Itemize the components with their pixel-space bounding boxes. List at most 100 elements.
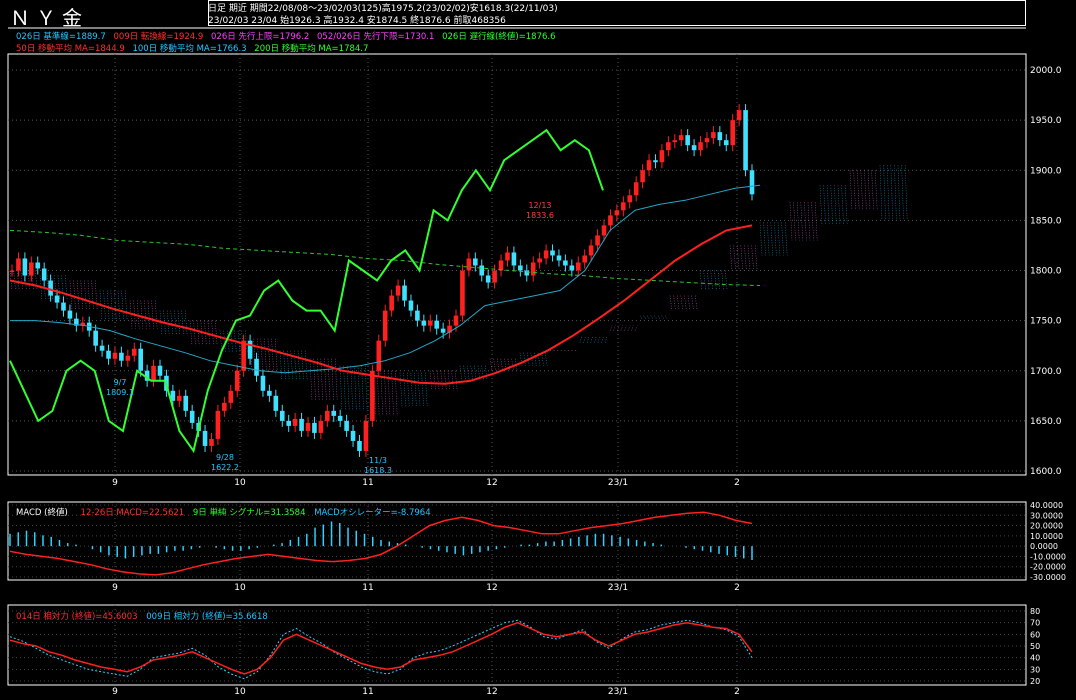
- cloud-hatch: [766, 222, 770, 256]
- cloud-hatch: [174, 310, 177, 336]
- candle-body: [537, 258, 542, 263]
- cloud-hatch: [714, 270, 717, 291]
- candle-body: [370, 370, 375, 421]
- cloud-hatch: [604, 335, 608, 343]
- cloud-hatch: [403, 372, 406, 406]
- cloud-hatch: [489, 358, 493, 371]
- cloud-hatch: [481, 365, 484, 381]
- candle-body: [653, 160, 658, 163]
- cloud-hatch: [724, 270, 728, 291]
- annotation-date: 12/13: [528, 201, 551, 210]
- candle-body: [704, 138, 710, 143]
- cloud-hatch: [500, 358, 504, 371]
- macd-y-tick: -30.0000: [1030, 573, 1066, 582]
- cloud-hatch: [811, 202, 814, 241]
- cloud-hatch: [267, 338, 271, 371]
- cloud-hatch: [124, 290, 128, 321]
- candle-body: [524, 270, 530, 276]
- cloud-hatch: [364, 365, 368, 411]
- cloud-hatch: [451, 370, 454, 391]
- cloud-hatch: [669, 295, 673, 311]
- candle-body: [543, 250, 549, 259]
- candle-body: [241, 340, 246, 371]
- cloud-hatch: [399, 372, 403, 406]
- candle-body: [9, 270, 15, 272]
- cloud-hatch: [410, 372, 414, 406]
- cloud-hatch: [154, 300, 158, 329]
- candle-body: [318, 420, 324, 433]
- cloud-hatch: [879, 165, 883, 221]
- cloud-hatch: [327, 358, 331, 401]
- cloud-hatch: [271, 338, 274, 371]
- cloud-hatch: [684, 295, 687, 311]
- macd-y-tick: -20.0000: [1030, 563, 1066, 572]
- rsi-y-tick: 70: [1030, 619, 1040, 628]
- y-tick-label: 1650.0: [1030, 417, 1062, 427]
- cloud-hatch: [534, 352, 537, 366]
- candle-body: [518, 265, 523, 271]
- candle-body: [119, 352, 124, 361]
- cloud-hatch: [830, 185, 834, 226]
- candle-body: [247, 340, 253, 359]
- rsi-y-tick: 20: [1030, 677, 1040, 686]
- y-tick-label: 1600.0: [1030, 467, 1062, 477]
- cloud-hatch: [871, 170, 874, 211]
- candle-body: [588, 245, 594, 256]
- annotation-value: 1809.1: [106, 388, 134, 397]
- cloud-hatch: [260, 338, 264, 371]
- candle-body: [473, 258, 478, 266]
- candle-body: [730, 120, 735, 146]
- candle-body: [440, 328, 446, 333]
- cloud-hatch: [424, 372, 428, 406]
- candle-body: [61, 302, 66, 311]
- candle-body: [466, 258, 472, 271]
- candle-body: [189, 410, 195, 423]
- x-tick-label-rsi: 12: [486, 687, 497, 697]
- cloud-hatch: [264, 338, 267, 371]
- x-tick-label-rsi: 23/1: [608, 687, 628, 697]
- cloud-hatch: [541, 352, 544, 366]
- y-tick-label: 1800.0: [1030, 267, 1062, 277]
- candle-body: [344, 420, 349, 431]
- candle-body: [305, 422, 311, 431]
- cloud-hatch: [800, 202, 804, 241]
- cloud-hatch: [710, 270, 714, 291]
- cloud-hatch: [594, 335, 597, 343]
- candle-body: [723, 140, 729, 146]
- candle-body: [460, 270, 465, 316]
- cloud-hatch: [673, 295, 676, 311]
- cloud-hatch: [699, 270, 703, 291]
- rsi-y-tick: 40: [1030, 654, 1040, 663]
- annotation-date: 11/3: [369, 456, 387, 465]
- x-tick-label: 2: [734, 478, 740, 488]
- candle-body: [627, 195, 633, 203]
- y-tick-label: 1950.0: [1030, 116, 1062, 126]
- candle-body: [125, 355, 131, 361]
- candle-body: [582, 255, 587, 263]
- candle-body: [357, 440, 362, 451]
- cloud-hatch: [583, 335, 586, 343]
- candle-body: [556, 255, 562, 261]
- cloud-hatch: [834, 185, 837, 226]
- annotation-date: 9/28: [216, 453, 234, 462]
- cloud-hatch: [80, 280, 84, 311]
- cloud-hatch: [301, 350, 304, 381]
- candle-body: [691, 145, 697, 151]
- candle-body: [408, 300, 414, 311]
- cloud-hatch: [429, 370, 433, 391]
- cloud-hatch: [297, 350, 301, 381]
- cloud-hatch: [579, 335, 583, 343]
- cloud-hatch: [777, 222, 781, 256]
- candle-body: [260, 375, 266, 391]
- candle-body: [402, 285, 407, 301]
- candle-body: [614, 210, 620, 216]
- candle-body: [698, 142, 703, 151]
- cloud-hatch: [114, 290, 117, 321]
- candle-body: [151, 365, 156, 381]
- cloud-hatch: [590, 335, 594, 343]
- macd-y-tick: 10.0000: [1030, 532, 1063, 541]
- cloud-hatch: [807, 202, 811, 241]
- candle-body: [331, 410, 337, 416]
- cloud-hatch: [274, 338, 278, 371]
- candle-body: [621, 202, 626, 211]
